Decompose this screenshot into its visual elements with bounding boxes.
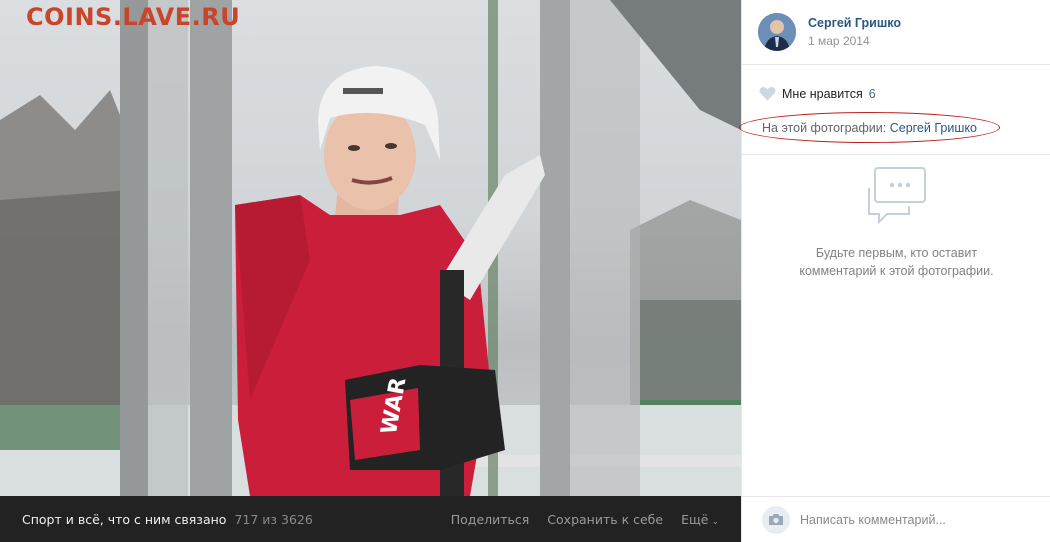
avatar-image bbox=[758, 13, 796, 51]
chevron-down-icon: ⌄ bbox=[711, 516, 719, 527]
watermark: COINS.LAVE.RU bbox=[26, 3, 241, 31]
more-button[interactable]: Ещё ⌄ bbox=[681, 512, 719, 527]
author-name[interactable]: Сергей Гришко bbox=[808, 16, 901, 30]
tagged-person-link[interactable]: Сергей Гришко bbox=[890, 121, 977, 135]
attach-photo-button[interactable] bbox=[762, 505, 790, 534]
post-date[interactable]: 1 мар 2014 bbox=[808, 34, 901, 48]
photo-footer-bar: Спорт и всё, что с ним связано 717 из 36… bbox=[0, 496, 741, 542]
more-label: Ещё bbox=[681, 511, 709, 527]
like-button[interactable]: Мне нравится 6 bbox=[759, 86, 876, 101]
empty-line-2: комментарий к этой фотографии. bbox=[799, 264, 994, 278]
avatar[interactable] bbox=[758, 13, 796, 51]
like-label: Мне нравится bbox=[782, 86, 863, 101]
author-header: Сергей Гришко 1 мар 2014 bbox=[742, 0, 1050, 65]
empty-line-1: Будьте первым, кто оставит bbox=[815, 246, 978, 260]
tagged-label: На этой фотографии: bbox=[762, 121, 887, 135]
photo-counter: 717 из 3626 bbox=[234, 511, 313, 527]
divider bbox=[742, 154, 1050, 155]
comments-empty-text: Будьте первым, кто оставит комментарий к… bbox=[742, 244, 1050, 280]
heart-icon bbox=[759, 86, 776, 101]
comment-composer bbox=[742, 496, 1050, 542]
camera-icon bbox=[769, 514, 783, 525]
comments-empty-state: Будьте первым, кто оставит комментарий к… bbox=[742, 166, 1050, 280]
tagged-people: На этой фотографии: Сергей Гришко bbox=[762, 121, 977, 135]
like-count[interactable]: 6 bbox=[869, 87, 876, 101]
photo-sidebar: Сергей Гришко 1 мар 2014 Мне нравится 6 … bbox=[739, 0, 1050, 542]
author-info: Сергей Гришко 1 мар 2014 bbox=[808, 16, 901, 48]
comments-icon bbox=[867, 167, 926, 224]
album-title[interactable]: Спорт и всё, что с ним связано bbox=[22, 512, 226, 527]
photo-viewer: WAR COINS.LAVE.RU Спорт и всё, что с ним… bbox=[0, 0, 1050, 542]
comment-input[interactable] bbox=[800, 512, 1040, 527]
photo-image: WAR bbox=[0, 0, 741, 496]
photo[interactable]: WAR COINS.LAVE.RU bbox=[0, 0, 741, 496]
share-button[interactable]: Поделиться bbox=[451, 512, 530, 527]
save-to-profile-button[interactable]: Сохранить к себе bbox=[547, 512, 663, 527]
